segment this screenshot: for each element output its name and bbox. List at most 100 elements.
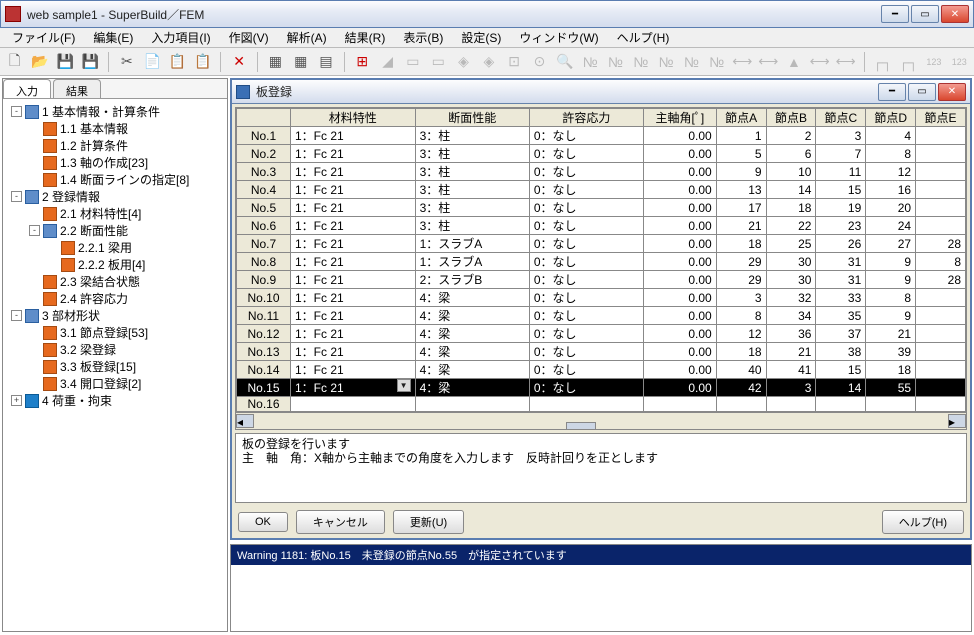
table-row[interactable]: No.121：Fc 214：梁0：なし0.0012363721 — [237, 325, 966, 343]
cell[interactable]: 22 — [766, 217, 816, 235]
cell[interactable] — [529, 397, 643, 412]
cell[interactable]: 0.00 — [644, 307, 717, 325]
cell[interactable]: 21 — [716, 217, 766, 235]
cell[interactable]: 4：梁 — [415, 361, 529, 379]
horizontal-scrollbar[interactable]: ◂ ▸ — [236, 412, 966, 429]
cell[interactable]: 30 — [766, 271, 816, 289]
cell[interactable]: No.15 — [237, 379, 291, 397]
cell[interactable]: 29 — [716, 253, 766, 271]
cell[interactable]: 1：Fc 21 — [291, 307, 416, 325]
cell[interactable]: No.10 — [237, 289, 291, 307]
cell[interactable]: 39 — [866, 343, 916, 361]
tree-toggle-icon[interactable]: - — [29, 225, 40, 236]
tree-toggle-icon[interactable]: - — [11, 106, 22, 117]
cell[interactable]: 0.00 — [644, 361, 717, 379]
cell[interactable]: 8 — [866, 289, 916, 307]
cell[interactable] — [916, 361, 966, 379]
cell[interactable]: 8 — [916, 253, 966, 271]
cell[interactable]: No.4 — [237, 181, 291, 199]
cell[interactable]: 31 — [816, 271, 866, 289]
cell[interactable]: 1：Fc 21 — [291, 199, 416, 217]
cell[interactable] — [916, 325, 966, 343]
table-row[interactable]: No.51：Fc 213：柱0：なし0.0017181920 — [237, 199, 966, 217]
cell[interactable]: 0：なし — [529, 343, 643, 361]
cell[interactable]: 55 — [866, 379, 916, 397]
cell[interactable]: No.8 — [237, 253, 291, 271]
tree-item[interactable]: 1.3 軸の作成[23] — [5, 154, 225, 171]
close-button[interactable]: ✕ — [941, 5, 969, 23]
cell[interactable]: 1：Fc 21▼ — [291, 379, 416, 397]
cell[interactable]: 0.00 — [644, 127, 717, 145]
column-header[interactable]: 主軸角[ﾟ] — [644, 109, 717, 127]
menu-item[interactable]: 設定(S) — [453, 27, 509, 48]
child-minimize-button[interactable]: ━ — [878, 83, 906, 101]
column-header[interactable]: 節点C — [816, 109, 866, 127]
open-icon[interactable]: 📂 — [29, 51, 50, 73]
menu-item[interactable]: 作図(V) — [221, 27, 277, 48]
menu-item[interactable]: 結果(R) — [337, 27, 394, 48]
dropdown-arrow-icon[interactable]: ▼ — [397, 379, 411, 392]
cell[interactable]: 28 — [916, 271, 966, 289]
cell[interactable]: 4：梁 — [415, 325, 529, 343]
cell[interactable] — [916, 397, 966, 412]
table-row[interactable]: No.151：Fc 21▼4：梁0：なし0.004231455 — [237, 379, 966, 397]
column-header[interactable]: 材料特性 — [291, 109, 416, 127]
cut-icon[interactable]: ✂ — [116, 51, 137, 73]
cell[interactable]: 3 — [716, 289, 766, 307]
cell[interactable]: 3 — [816, 127, 866, 145]
table-row[interactable]: No.131：Fc 214：梁0：なし0.0018213839 — [237, 343, 966, 361]
cell[interactable]: 1：Fc 21 — [291, 145, 416, 163]
tree-item[interactable]: 2.4 許容応力 — [5, 290, 225, 307]
tree-item[interactable]: -1 基本情報・計算条件 — [5, 103, 225, 120]
cell[interactable]: 1：Fc 21 — [291, 289, 416, 307]
cell[interactable]: No.13 — [237, 343, 291, 361]
cell[interactable]: 21 — [866, 325, 916, 343]
minimize-button[interactable]: ━ — [881, 5, 909, 23]
cell[interactable]: 14 — [766, 181, 816, 199]
cell[interactable]: 0.00 — [644, 163, 717, 181]
cell[interactable] — [916, 127, 966, 145]
cell[interactable] — [716, 397, 766, 412]
cell[interactable]: 3：柱 — [415, 127, 529, 145]
table-row[interactable]: No.31：Fc 213：柱0：なし0.009101112 — [237, 163, 966, 181]
cell[interactable]: 0.00 — [644, 253, 717, 271]
tree-item[interactable]: 1.2 計算条件 — [5, 137, 225, 154]
cell[interactable]: 1：Fc 21 — [291, 343, 416, 361]
cell[interactable]: 0：なし — [529, 361, 643, 379]
tree-item[interactable]: 2.3 梁結合状態 — [5, 273, 225, 290]
cell[interactable]: No.12 — [237, 325, 291, 343]
cell[interactable]: 0：なし — [529, 127, 643, 145]
cell[interactable]: 3：柱 — [415, 199, 529, 217]
child-close-button[interactable]: ✕ — [938, 83, 966, 101]
cell[interactable]: 2 — [766, 127, 816, 145]
cell[interactable]: 12 — [716, 325, 766, 343]
grid3-icon[interactable]: ▤ — [315, 51, 336, 73]
cell[interactable]: 9 — [716, 163, 766, 181]
new-icon[interactable]: 🗋 — [4, 51, 25, 73]
paste2-icon[interactable]: 📋 — [192, 51, 213, 73]
cell[interactable]: 9 — [866, 253, 916, 271]
menu-item[interactable]: 入力項目(I) — [143, 27, 218, 48]
cell[interactable]: 28 — [916, 235, 966, 253]
cell[interactable]: 13 — [716, 181, 766, 199]
cell[interactable]: 4 — [866, 127, 916, 145]
child-maximize-button[interactable]: ▭ — [908, 83, 936, 101]
cell[interactable]: 3 — [766, 379, 816, 397]
tree-item[interactable]: 3.1 節点登録[53] — [5, 324, 225, 341]
column-header[interactable]: 節点D — [866, 109, 916, 127]
cell[interactable] — [766, 397, 816, 412]
cell[interactable] — [916, 379, 966, 397]
grid2-icon[interactable]: ▦ — [290, 51, 311, 73]
delete-icon[interactable]: ✕ — [228, 51, 249, 73]
cell[interactable]: No.11 — [237, 307, 291, 325]
menu-item[interactable]: 解析(A) — [279, 27, 335, 48]
cell[interactable]: 4：梁 — [415, 343, 529, 361]
menu-item[interactable]: 編集(E) — [85, 27, 141, 48]
cell[interactable]: 29 — [716, 271, 766, 289]
cell[interactable]: 20 — [866, 199, 916, 217]
copy-icon[interactable]: 📄 — [142, 51, 163, 73]
tree-toggle-icon[interactable]: + — [11, 395, 22, 406]
cell[interactable]: No.2 — [237, 145, 291, 163]
cell[interactable]: 18 — [716, 343, 766, 361]
cell[interactable]: 18 — [866, 361, 916, 379]
